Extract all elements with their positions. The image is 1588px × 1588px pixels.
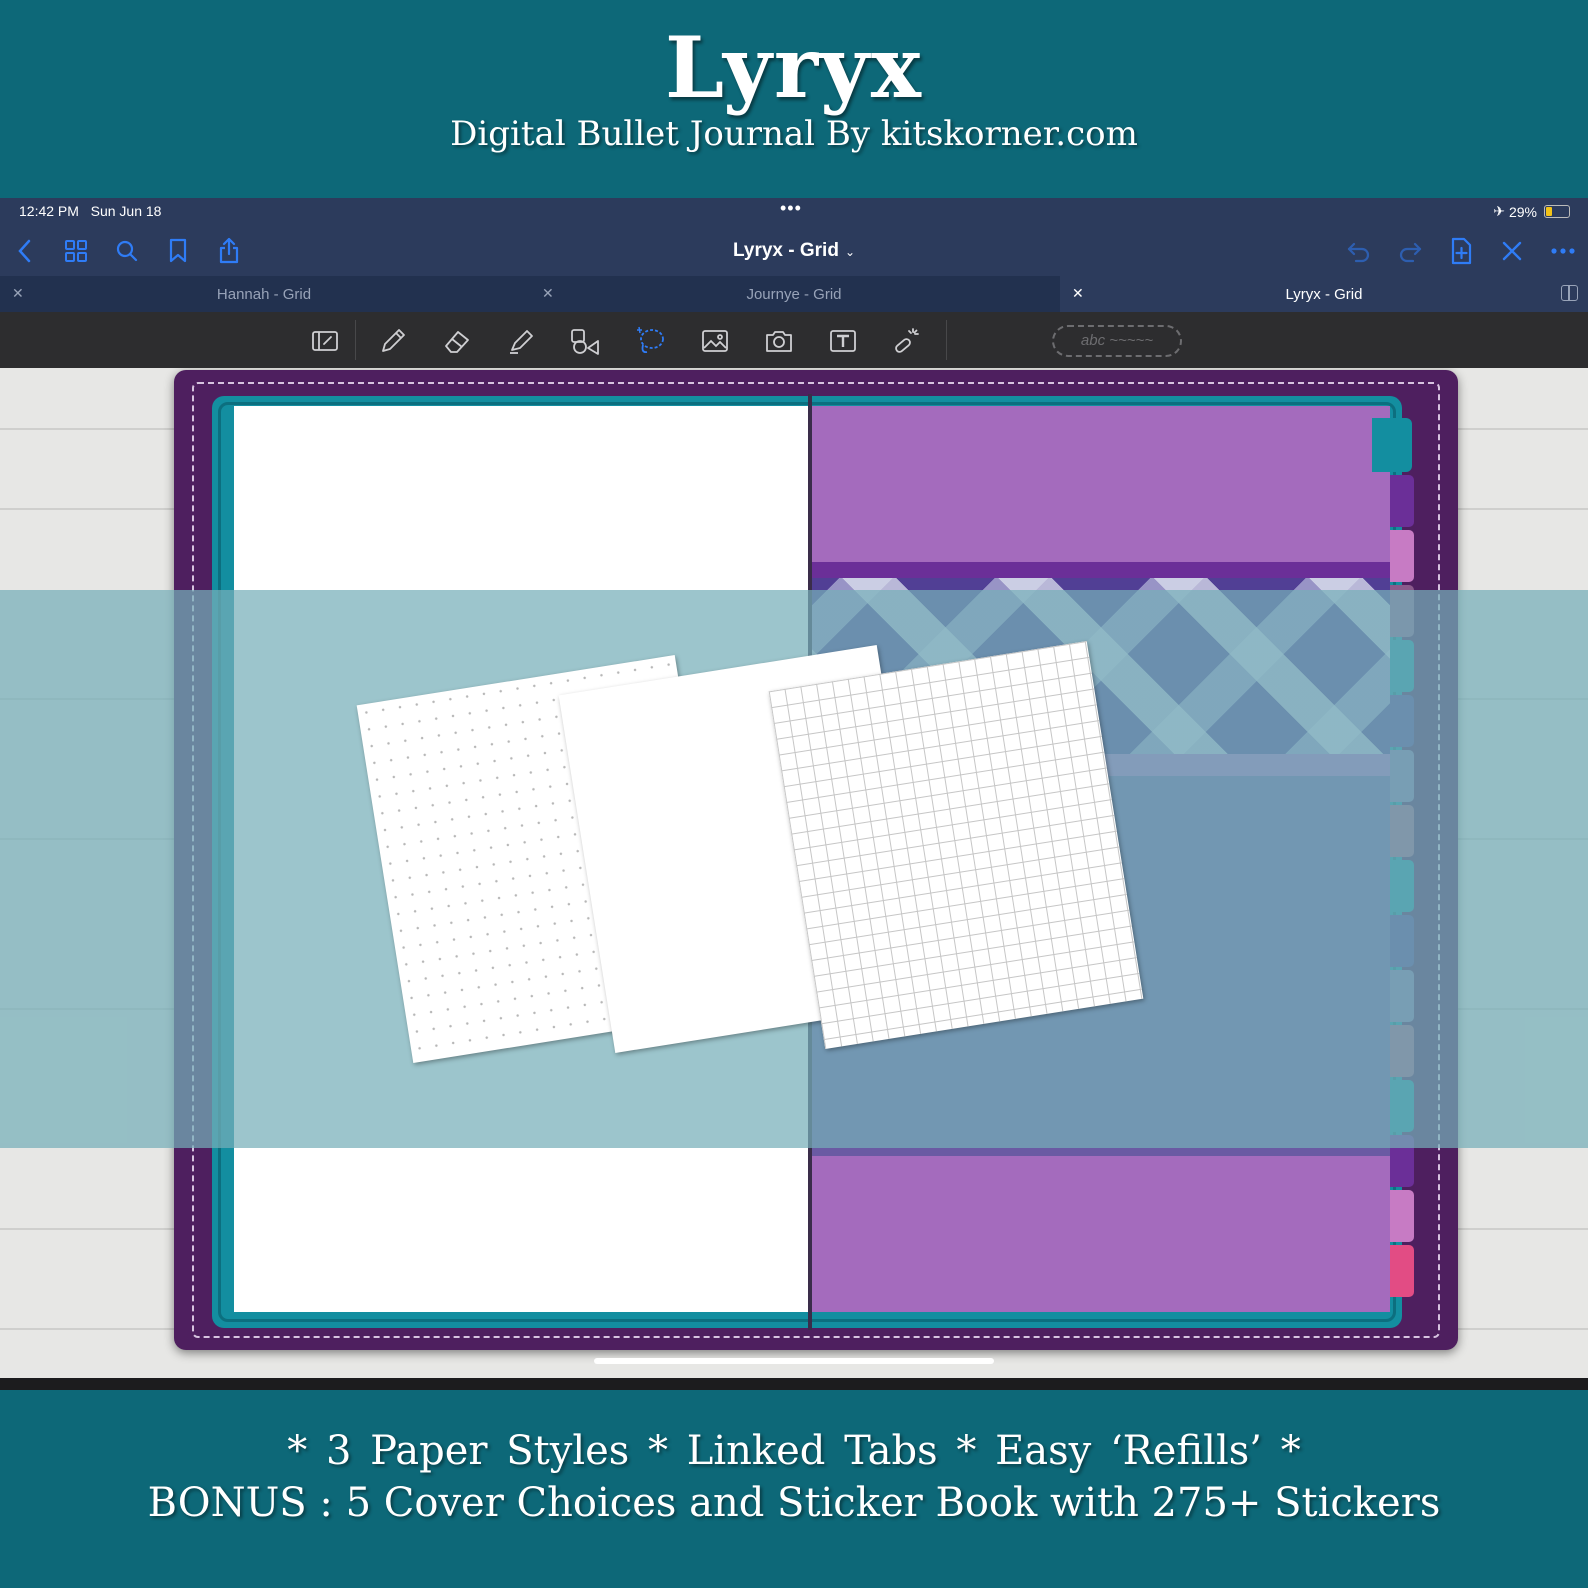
section-tab[interactable] (1372, 418, 1412, 472)
shapes-icon[interactable] (568, 324, 602, 358)
document-tabs: ✕ Hannah - Grid ✕ Journye - Grid ✕ Lyryx… (0, 276, 1588, 312)
laser-pointer-icon[interactable] (890, 324, 924, 358)
brand-subtitle: Digital Bullet Journal By kitskorner.com (450, 114, 1138, 154)
airplane-icon: ✈ (1493, 203, 1505, 219)
close-icon[interactable] (1497, 236, 1527, 266)
battery-icon (1544, 205, 1570, 218)
add-page-icon[interactable] (1446, 236, 1476, 266)
battery-percent: 29% (1508, 203, 1537, 220)
redo-icon[interactable] (1395, 236, 1425, 266)
lasso-icon[interactable] (634, 324, 668, 358)
section-tab[interactable] (1390, 530, 1414, 582)
split-view-icon[interactable] (1561, 285, 1578, 301)
drawing-toolbar: abc ~~~~~ (0, 312, 1588, 368)
status-indicators: ✈ 29% (1493, 203, 1570, 220)
tab-journye-grid[interactable]: ✕ Journye - Grid (530, 276, 1058, 312)
undo-icon[interactable] (1344, 236, 1374, 266)
favorite-pen-preview[interactable]: abc ~~~~~ (1052, 325, 1182, 357)
section-tab[interactable] (1390, 1190, 1414, 1242)
feature-list: * 3 Paper Styles * Linked Tabs * Easy ‘R… (287, 1428, 1301, 1474)
battery-fill (1546, 207, 1552, 216)
navigation-bar: Lyryx - Grid ⌄ (0, 226, 1588, 276)
camera-icon[interactable] (762, 324, 796, 358)
bonus-text: BONUS : 5 Cover Choices and Sticker Book… (147, 1480, 1441, 1526)
promo-footer: * 3 Paper Styles * Linked Tabs * Easy ‘R… (0, 1390, 1588, 1588)
brand-title: Lyryx (664, 18, 924, 117)
status-bar: 12:42 PM Sun Jun 18 ••• ✈ 29% (0, 198, 1588, 226)
status-time: 12:42 PM Sun Jun 18 (19, 203, 162, 219)
highlighter-icon[interactable] (504, 324, 538, 358)
tab-lyryx-grid[interactable]: ✕ Lyryx - Grid (1060, 276, 1588, 312)
app-screen: 12:42 PM Sun Jun 18 ••• ✈ 29% Lyryx - Gr… (0, 198, 1588, 1390)
text-icon[interactable] (826, 324, 860, 358)
more-icon[interactable] (1548, 236, 1578, 266)
notebook-canvas[interactable] (0, 368, 1588, 1378)
home-indicator[interactable] (594, 1358, 994, 1364)
section-tab[interactable] (1390, 1245, 1414, 1297)
multitasking-dots[interactable]: ••• (780, 198, 802, 219)
tab-hannah-grid[interactable]: ✕ Hannah - Grid (0, 276, 528, 312)
promo-header: Lyryx Digital Bullet Journal By kitskorn… (0, 0, 1588, 198)
section-tab[interactable] (1390, 475, 1414, 527)
sidebar-toggle-icon[interactable] (308, 324, 342, 358)
grid-paper-sample (768, 641, 1144, 1049)
pen-icon[interactable] (376, 324, 410, 358)
home-bar-area (0, 1378, 1588, 1390)
image-icon[interactable] (698, 324, 732, 358)
chevron-down-icon: ⌄ (844, 245, 855, 259)
eraser-icon[interactable] (440, 324, 474, 358)
